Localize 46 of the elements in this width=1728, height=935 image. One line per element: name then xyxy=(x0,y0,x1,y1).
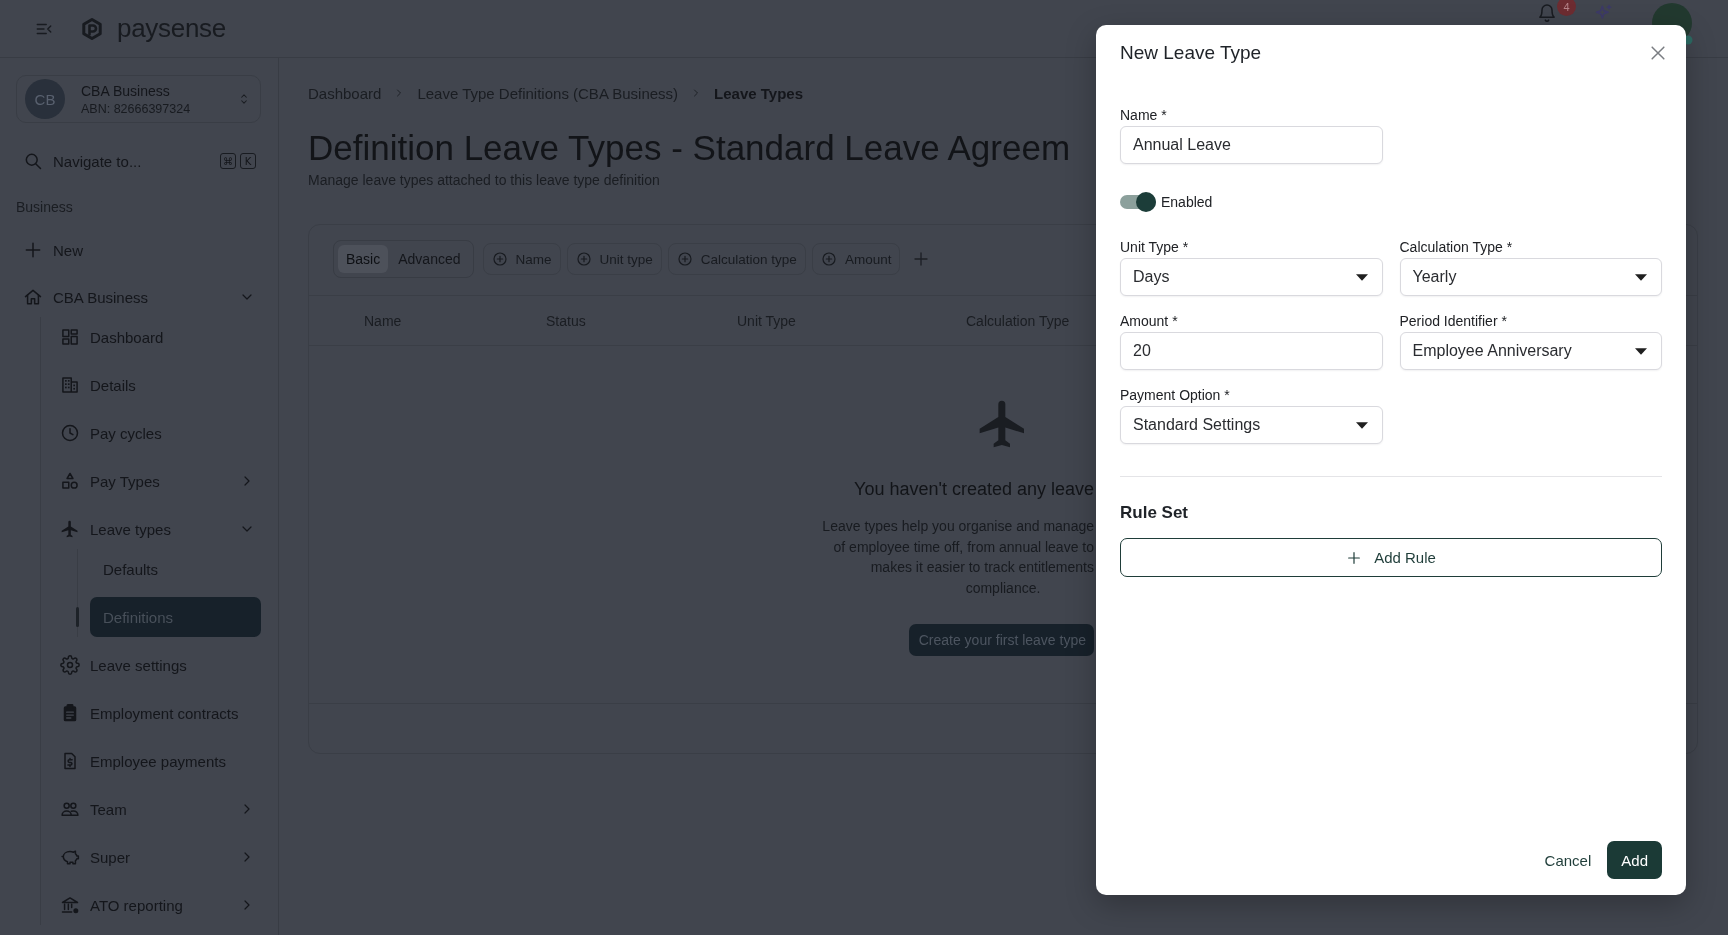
field-label: Name * xyxy=(1120,107,1167,124)
search-icon xyxy=(23,151,43,171)
plus-icon xyxy=(1346,549,1363,566)
field-label: Payment Option * xyxy=(1120,387,1230,404)
bell-icon[interactable] xyxy=(1537,3,1557,23)
caret-down-icon xyxy=(1635,347,1647,355)
field-label: Amount * xyxy=(1120,313,1178,330)
field-label: Unit Type * xyxy=(1120,239,1189,256)
view-tab[interactable]: Basic xyxy=(338,245,389,273)
caret-down-icon xyxy=(1635,273,1647,281)
field-label: Calculation Type * xyxy=(1399,239,1513,256)
bank-icon xyxy=(60,895,80,915)
keyboard-key: ⌘ xyxy=(220,153,236,169)
add-rule-button[interactable]: Add Rule xyxy=(1120,538,1662,577)
dialog-title: New Leave Type xyxy=(1120,42,1262,64)
text-field[interactable]: Annual Leave xyxy=(1120,126,1383,164)
caret-down-icon xyxy=(1355,273,1368,281)
toggle-switch[interactable] xyxy=(1120,192,1156,212)
clock-icon xyxy=(60,423,80,443)
notification-badge: 4 xyxy=(1557,0,1576,16)
plus-circle-icon xyxy=(820,251,837,267)
select-field[interactable]: Yearly xyxy=(1399,258,1662,296)
plus-icon xyxy=(23,240,43,260)
grid-icon xyxy=(60,327,80,347)
plus-circle-icon xyxy=(676,251,693,267)
select-field[interactable]: Standard Settings xyxy=(1120,406,1383,444)
secondary-button[interactable]: Cancel xyxy=(1544,841,1592,879)
home-icon xyxy=(23,287,43,307)
primary-button[interactable]: Add xyxy=(1607,841,1662,879)
people-icon xyxy=(60,799,80,819)
airplane-icon xyxy=(60,519,80,539)
building-icon xyxy=(60,375,80,395)
shapes-icon xyxy=(60,471,80,491)
plus-circle-icon xyxy=(491,251,508,267)
plus-circle-icon xyxy=(575,251,592,267)
select-field[interactable]: Days xyxy=(1120,258,1383,296)
text-field[interactable]: 20 xyxy=(1120,332,1383,370)
field-label: Period Identifier * xyxy=(1399,313,1507,330)
toggle-label: Enabled xyxy=(1161,194,1213,210)
caret-down-icon xyxy=(1355,421,1368,429)
piggy-bank-icon xyxy=(60,847,80,867)
logo-icon xyxy=(80,15,104,42)
plus-icon[interactable] xyxy=(912,250,931,268)
section-title: Rule Set xyxy=(1120,502,1189,524)
gear-icon xyxy=(60,655,80,675)
select-field[interactable]: Employee Anniversary xyxy=(1399,332,1662,370)
